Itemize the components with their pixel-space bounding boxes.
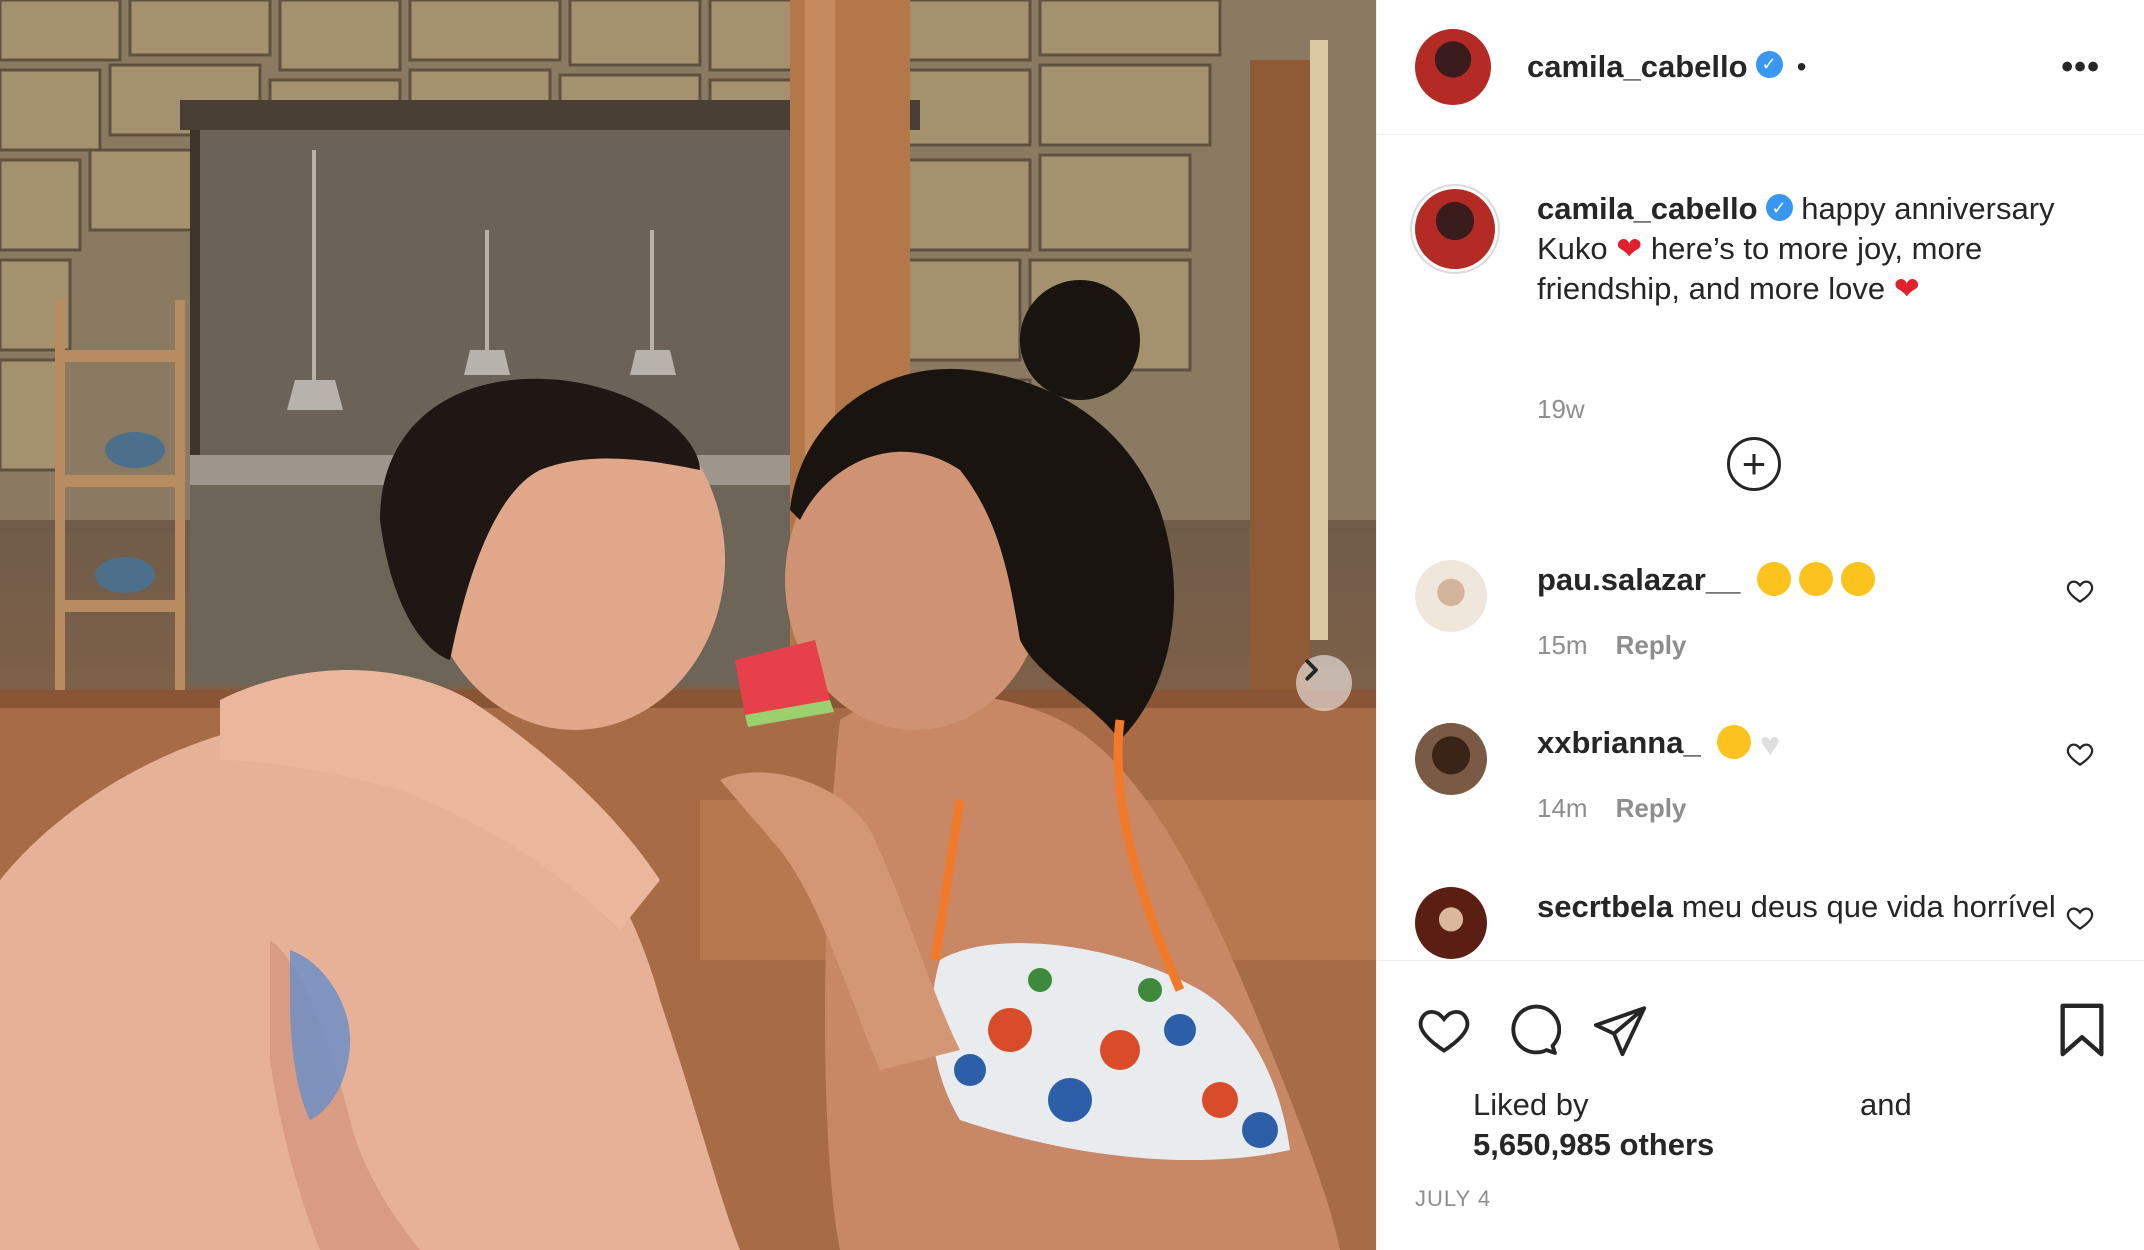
comment-text: meu deus que vida horrível (1681, 889, 2056, 924)
reply-button[interactable]: Reply (1616, 630, 1687, 660)
loudly-crying-face-emoji-icon (1798, 561, 1833, 596)
carousel-next-button[interactable] (1296, 655, 1352, 711)
photo-illustration (0, 0, 1376, 1250)
comment-item: secrtbela meu deus que vida horrível (1415, 887, 2125, 960)
comments-section[interactable]: camila_cabello ✓ happy anniversary Kuko ❤… (1377, 135, 2144, 960)
bookmark-icon[interactable] (2055, 1001, 2109, 1059)
post-side-panel: camila_cabello ✓ • ••• camila_cabello ✓ h… (1376, 0, 2144, 1250)
comment-body: xxbrianna_ ♥ (1537, 723, 2057, 765)
comment-body: secrtbela meu deus que vida horrível (1537, 887, 2057, 927)
caption-avatar[interactable] (1415, 189, 1495, 269)
instagram-post: camila_cabello ✓ • ••• camila_cabello ✓ h… (0, 0, 2144, 1250)
pleading-face-emoji-icon (1717, 724, 1752, 759)
post-header: camila_cabello ✓ • ••• (1377, 0, 2144, 135)
plus-circle-icon[interactable]: + (1727, 437, 1781, 491)
comment-username[interactable]: xxbrianna_ (1537, 725, 1701, 760)
comment-time[interactable]: 15m (1537, 630, 1588, 660)
commenter-avatar[interactable] (1415, 723, 1487, 795)
header-separator: • (1796, 51, 1807, 82)
share-icon[interactable] (1591, 1001, 1649, 1059)
likes-summary: Liked by and 5,650,985 others (1473, 1085, 1912, 1165)
commenter-avatar[interactable] (1415, 560, 1487, 632)
comment-username[interactable]: secrtbela (1537, 889, 1673, 924)
comment-time[interactable]: 14m (1537, 793, 1588, 823)
author-username[interactable]: camila_cabello (1527, 49, 1748, 85)
comment-meta: 14m Reply (1537, 793, 1686, 824)
post-date[interactable]: JULY 4 (1415, 1186, 1491, 1212)
loudly-crying-face-emoji-icon (1756, 561, 1791, 596)
red-heart-emoji-icon: ❤ (1616, 231, 1643, 266)
post-photo[interactable] (0, 0, 1376, 1250)
liked-by-label: Liked by (1473, 1087, 1589, 1122)
comment-item: pau.salazar__ 15m Reply (1415, 560, 2125, 680)
white-heart-emoji-icon: ♥ (1759, 725, 1781, 764)
more-options-icon[interactable]: ••• (2061, 48, 2100, 87)
author-avatar[interactable] (1415, 29, 1491, 105)
caption-timestamp[interactable]: 19w (1537, 394, 1585, 425)
comment-body: pau.salazar__ (1537, 560, 2057, 600)
commenter-avatar[interactable] (1415, 887, 1487, 959)
comment-icon[interactable] (1503, 1001, 1561, 1059)
chevron-right-icon (1305, 659, 1318, 681)
caption-username[interactable]: camila_cabello (1537, 191, 1758, 226)
heart-icon[interactable] (2065, 903, 2095, 933)
comment-item: xxbrianna_ ♥ 14m Reply (1415, 723, 2125, 843)
likes-count[interactable]: 5,650,985 others (1473, 1127, 1714, 1162)
post-actions: Liked by and 5,650,985 others JULY 4 (1377, 960, 2144, 1250)
heart-icon[interactable] (2065, 576, 2095, 606)
loudly-crying-face-emoji-icon (1840, 561, 1875, 596)
heart-icon[interactable] (2065, 739, 2095, 769)
comment-username[interactable]: pau.salazar__ (1537, 562, 1740, 597)
author-info: camila_cabello ✓ • (1527, 49, 1806, 85)
verified-badge-icon: ✓ (1755, 50, 1783, 78)
heart-icon[interactable] (1415, 1001, 1473, 1059)
reply-button[interactable]: Reply (1616, 793, 1687, 823)
caption-text: camila_cabello ✓ happy anniversary Kuko ❤… (1537, 189, 2107, 309)
comment-meta: 15m Reply (1537, 630, 1686, 661)
verified-badge-icon: ✓ (1765, 194, 1793, 222)
likes-and-label: and (1860, 1087, 1912, 1122)
red-heart-emoji-icon: ❤ (1893, 271, 1920, 306)
